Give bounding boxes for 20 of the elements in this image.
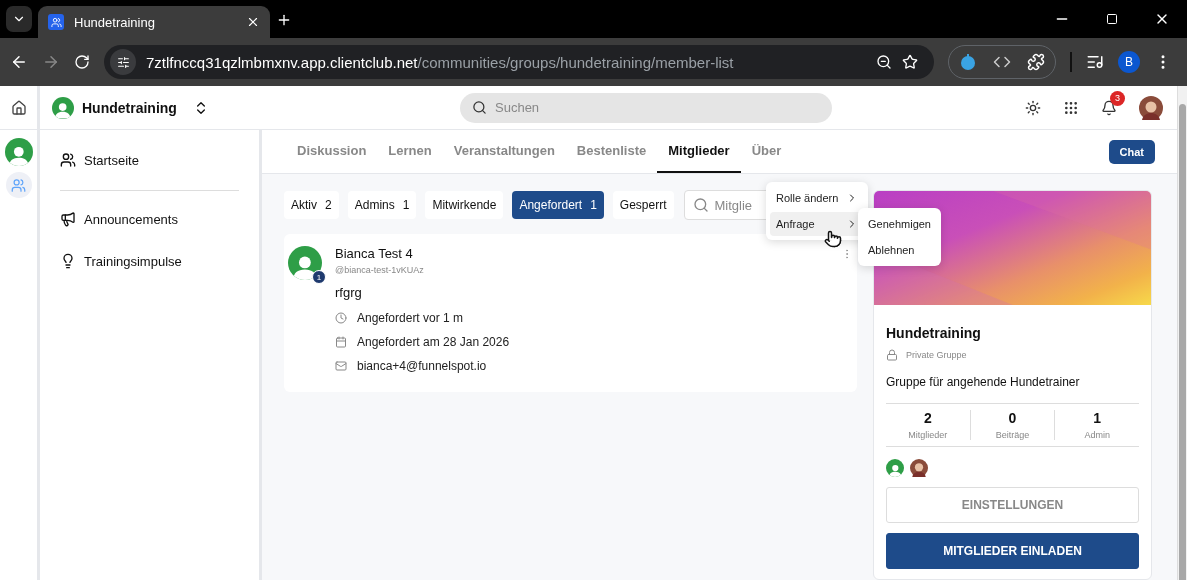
search-placeholder: Suchen — [495, 100, 540, 115]
notification-badge: 3 — [1110, 90, 1125, 106]
url-text: 7ztlfnccq31qzlmbmxnv.app.clientclub.net/communities/groups/hundetraining/member-list — [146, 53, 735, 71]
stat-label: Beiträge — [995, 430, 1030, 440]
stat-value: 1 — [1093, 410, 1102, 426]
group-description: Gruppe für angehende Hundetrainer — [886, 375, 1081, 389]
tab-title: Hundetraining — [74, 14, 156, 30]
stat-value: 0 — [1008, 410, 1017, 426]
stat-label: Mitglieder — [908, 430, 948, 440]
member-name: Bianca Test 4 — [335, 246, 414, 261]
group-title: Hundetraining — [886, 325, 982, 341]
member-detail: Angefordert am 28 Jan 2026 — [357, 335, 510, 349]
member-detail: Angefordert vor 1 m — [357, 311, 464, 325]
privacy-label: Private Gruppe — [906, 350, 967, 360]
level-badge: 1 — [312, 270, 326, 284]
member-bio: rfgrg — [335, 285, 363, 300]
member-handle: @bianca-test-1vKUAz — [335, 265, 425, 275]
stat-label: Admin — [1084, 430, 1110, 440]
member-detail: bianca+4@funnelspot.io — [357, 359, 487, 373]
stat-value: 2 — [923, 410, 932, 426]
